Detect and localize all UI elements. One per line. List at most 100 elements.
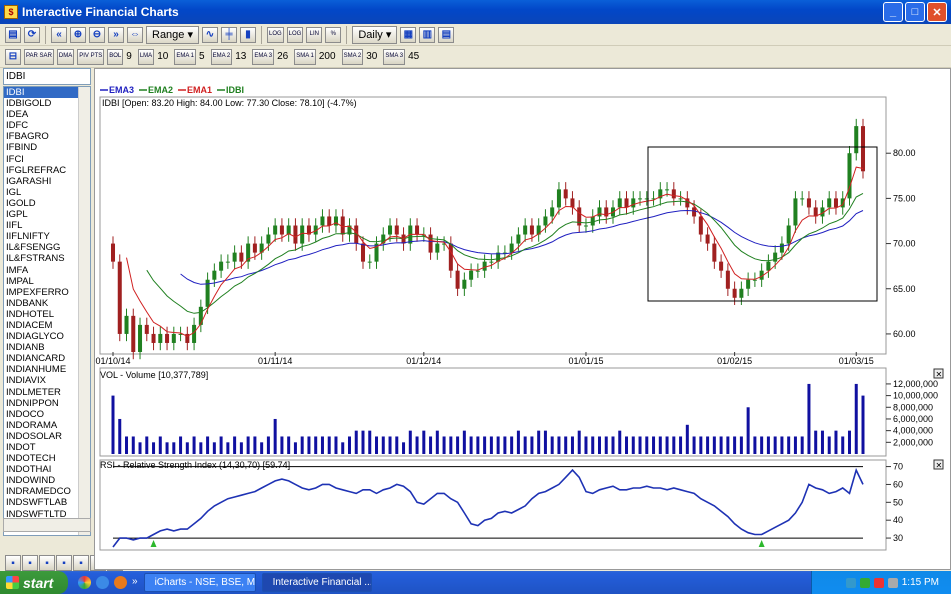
linear-scale-button[interactable]: LIN <box>306 26 323 43</box>
ema1-button[interactable]: EMA 1 <box>174 48 196 65</box>
symbol-item[interactable]: INDIACEM <box>4 320 79 331</box>
symbol-item[interactable]: IL&FSENGG <box>4 242 79 253</box>
refresh-icon[interactable]: ⟳ <box>24 26 40 43</box>
symbol-item[interactable]: INDIANCARD <box>4 353 79 364</box>
task-icharts[interactable]: iCharts - NSE, BSE, M... <box>143 573 256 592</box>
line-chart-icon[interactable]: ∿ <box>202 26 218 43</box>
sma2-value[interactable]: 30 <box>366 51 377 62</box>
ema1-value[interactable]: 5 <box>199 51 205 62</box>
chrome-icon[interactable] <box>78 576 91 589</box>
symbol-item[interactable]: INDOTHAI <box>4 464 79 475</box>
symbol-item[interactable]: INDSWFTLAB <box>4 497 79 508</box>
ema2-value[interactable]: 13 <box>235 51 246 62</box>
task-interactive-charts[interactable]: Interactive Financial ... <box>261 573 372 592</box>
volume-icon[interactable] <box>887 577 898 588</box>
symbol-item[interactable]: IMFA <box>4 265 79 276</box>
symbol-item[interactable]: IGL <box>4 187 79 198</box>
symbol-item[interactable]: INDIAVIX <box>4 375 79 386</box>
symbol-item[interactable]: INDHOTEL <box>4 309 79 320</box>
sma3-button[interactable]: SMA 3 <box>383 48 406 65</box>
symbol-item[interactable]: IIFLNIFTY <box>4 231 79 242</box>
close-button[interactable]: ✕ <box>927 2 947 22</box>
symbol-item[interactable]: IMPEXFERRO <box>4 287 79 298</box>
symbol-item[interactable]: INDRAMEDCO <box>4 486 79 497</box>
export-icon[interactable]: ▪ <box>39 555 55 571</box>
symbol-item[interactable]: IFGLREFRAC <box>4 165 79 176</box>
candle-chart-icon[interactable]: ▮ <box>240 26 256 43</box>
symbol-item[interactable]: IFCI <box>4 154 79 165</box>
layout-icon[interactable]: ▥ <box>419 26 436 43</box>
open-icon[interactable]: ▪ <box>5 555 21 571</box>
chart-canvas[interactable]: EMA3 EMA2 EMA1 IDBI IDBI [Open: 83.20 High:… <box>95 69 950 569</box>
symbol-item[interactable]: IGPL <box>4 209 79 220</box>
lma-value[interactable]: 10 <box>157 51 168 62</box>
symbol-item[interactable]: IDBIGOLD <box>4 98 79 109</box>
sma3-value[interactable]: 45 <box>408 51 419 62</box>
sma1-button[interactable]: SMA 1 <box>294 48 316 65</box>
start-button[interactable]: start <box>0 571 68 594</box>
save-icon[interactable]: ▪ <box>22 555 38 571</box>
symbol-item[interactable]: IFBAGRO <box>4 131 79 142</box>
symbol-search-input[interactable]: IDBI <box>3 68 91 85</box>
ema2-button[interactable]: EMA 2 <box>210 48 233 65</box>
symbol-item[interactable]: INDLMETER <box>4 387 79 398</box>
symbol-item[interactable]: INDIANHUME <box>4 364 79 375</box>
symbol-list-scrollbar[interactable] <box>78 87 90 535</box>
period-dropdown[interactable]: Daily ▾ <box>352 25 398 44</box>
antivirus-icon[interactable] <box>873 577 884 588</box>
settings-icon[interactable]: ▦ <box>400 26 417 43</box>
scroll-right-icon[interactable]: » <box>108 26 124 43</box>
lma-button[interactable]: LMA <box>137 48 155 65</box>
piv-pts-button[interactable]: PIV PTS <box>77 48 105 65</box>
network-icon[interactable] <box>845 577 856 588</box>
maximize-button[interactable]: □ <box>905 2 925 22</box>
symbol-item[interactable]: INDOSOLAR <box>4 431 79 442</box>
dma-button[interactable]: DMA <box>56 48 75 65</box>
quick-launch-more[interactable]: » <box>132 576 138 589</box>
par-sar-button[interactable]: PAR SAR <box>24 48 54 65</box>
log-scale-button[interactable]: LOG <box>267 26 284 43</box>
import-icon[interactable]: ▪ <box>56 555 72 571</box>
symbol-item[interactable]: IDEA <box>4 109 79 120</box>
ie-icon[interactable] <box>96 576 109 589</box>
symbol-item[interactable]: IGOLD <box>4 198 79 209</box>
symbol-item[interactable]: IL&FSTRANS <box>4 253 79 264</box>
log-scale2-button[interactable]: LOG <box>286 26 304 43</box>
delete-icon[interactable]: ▪ <box>73 555 89 571</box>
symbol-item[interactable]: IDFC <box>4 120 79 131</box>
symbol-item[interactable]: IFBIND <box>4 142 79 153</box>
ohlc-chart-icon[interactable]: ╪ <box>221 26 237 43</box>
bol-value[interactable]: 9 <box>126 51 132 62</box>
grid-icon[interactable]: ▤ <box>438 26 455 43</box>
symbol-item[interactable]: INDIANB <box>4 342 79 353</box>
symbol-item[interactable]: INDOWIND <box>4 475 79 486</box>
scroll-left-icon[interactable]: « <box>51 26 67 43</box>
symbol-item[interactable]: IMPAL <box>4 276 79 287</box>
symbol-item[interactable]: INDIAGLYCO <box>4 331 79 342</box>
symbol-item[interactable]: IDBI <box>4 87 79 99</box>
symbol-item[interactable]: INDOTECH <box>4 453 79 464</box>
symbol-item[interactable]: IIFL <box>4 220 79 231</box>
ema3-value[interactable]: 26 <box>277 51 288 62</box>
range-dropdown[interactable]: Range ▾ <box>146 25 199 44</box>
symbol-item[interactable]: INDOCO <box>4 409 79 420</box>
symbol-item[interactable]: INDBANK <box>4 298 79 309</box>
minimize-button[interactable]: _ <box>883 2 903 22</box>
bol-button[interactable]: BOL <box>107 48 124 65</box>
sma2-button[interactable]: SMA 2 <box>341 48 364 65</box>
zoom-in-icon[interactable]: ⊕ <box>70 26 86 43</box>
symbol-item[interactable]: INDNIPPON <box>4 398 79 409</box>
firefox-icon[interactable] <box>114 576 127 589</box>
indicator-icon[interactable]: ⊟ <box>5 48 21 65</box>
symbol-item[interactable]: INDOT <box>4 442 79 453</box>
ema3-button[interactable]: EMA 3 <box>252 48 275 65</box>
symbol-item[interactable]: INDORAMA <box>4 420 79 431</box>
print-icon[interactable]: ▤ <box>5 26 21 43</box>
zoom-out-icon[interactable]: ⊖ <box>89 26 105 43</box>
security-icon[interactable] <box>859 577 870 588</box>
fit-icon[interactable]: ⇔ <box>127 26 143 43</box>
percent-scale-button[interactable]: % <box>325 26 342 43</box>
sma1-value[interactable]: 200 <box>319 51 336 62</box>
symbol-item[interactable]: IGARASHI <box>4 176 79 187</box>
symbol-list-hscrollbar[interactable] <box>3 518 91 532</box>
